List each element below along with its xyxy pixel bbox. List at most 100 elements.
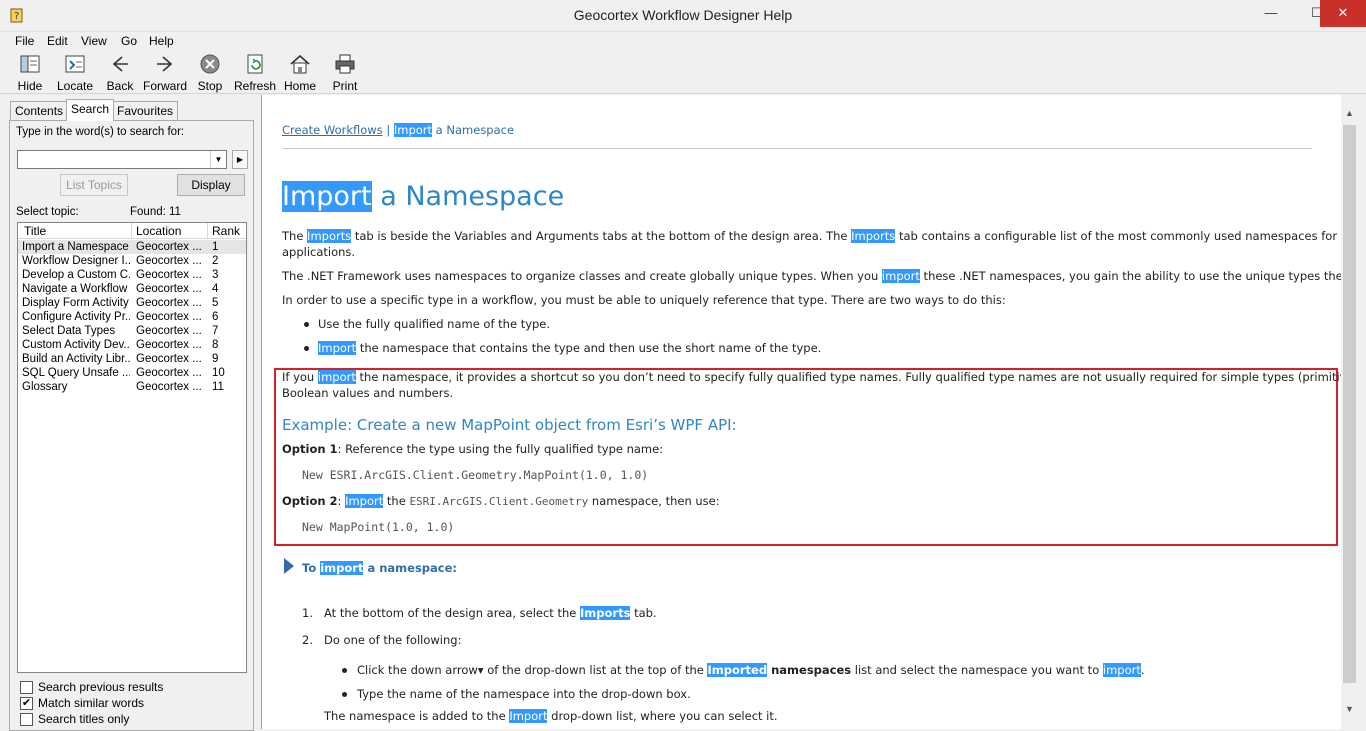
paragraph-imports-tab-cont: applications. [282,245,356,259]
results-list[interactable]: Title Location Rank Import a Namespace Ge… [17,222,247,673]
option-2: Option 2: Import the ESRI.ArcGIS.Client.… [282,494,720,508]
chevron-right-icon[interactable]: ▶ [232,150,248,169]
result-location: Geocortex ... [136,311,202,323]
title-bar: ? Geocortex Workflow Designer Help — ☐ ✕ [0,0,1366,32]
toolbar: Hide Locate Back Forward Stop Refresh Ho… [0,51,1366,94]
content-scrollbar[interactable]: ▲ ▼ [1341,95,1358,729]
refresh-button[interactable]: Refresh [233,53,277,93]
column-title[interactable]: Title [24,224,46,238]
breadcrumb-separator: | [382,123,394,137]
forward-arrow-icon [157,56,173,72]
locate-button[interactable]: Locate [53,53,97,93]
result-location: Geocortex ... [136,255,202,267]
column-divider [131,223,132,238]
navigation-pane: Contents Search Favourites Type in the w… [6,95,255,731]
stop-button[interactable]: Stop [188,53,232,93]
expand-triangle-icon[interactable] [284,558,294,574]
step-2: Do one of the following: [324,633,462,647]
display-button[interactable]: Display [177,174,245,196]
search-input[interactable]: ▼ [17,150,227,169]
procedure-heading[interactable]: To import a namespace: [302,561,457,575]
result-row[interactable]: Develop a Custom C... Geocortex ... 3 [18,268,246,282]
page-title: Import a Namespace [282,181,564,212]
result-location: Geocortex ... [136,269,202,281]
menu-edit[interactable]: Edit [47,34,68,48]
result-title: Navigate a Workflow [22,283,128,295]
result-row[interactable]: Navigate a Workflow Geocortex ... 4 [18,282,246,296]
back-button[interactable]: Back [98,53,142,93]
result-title: Build an Activity Libr... [22,353,130,365]
hide-icon [20,55,40,73]
menu-help[interactable]: Help [149,34,174,48]
breadcrumb-link-create-workflows[interactable]: Create Workflows [282,123,383,137]
step-number: 1. [302,606,313,620]
result-row[interactable]: Build an Activity Libr... Geocortex ... 9 [18,352,246,366]
scrollbar-thumb[interactable] [1343,125,1356,683]
column-rank[interactable]: Rank [212,224,240,238]
search-previous-checkbox[interactable] [20,681,33,694]
result-title: Develop a Custom C... [22,269,130,281]
forward-button[interactable]: Forward [143,53,187,93]
paragraph-imports-tab: The Imports tab is beside the Variables … [282,229,1342,243]
chevron-down-icon[interactable]: ▼ [210,151,226,168]
result-row[interactable]: Custom Activity Dev... Geocortex ... 8 [18,338,246,352]
result-row[interactable]: Glossary Geocortex ... 11 [18,380,246,394]
result-rank: 3 [212,269,219,281]
print-button[interactable]: Print [323,53,367,93]
paragraph-shortcut: If you import the namespace, it provides… [282,370,1342,384]
result-title: SQL Query Unsafe ... [22,367,130,379]
step-number: 2. [302,633,313,647]
result-location: Geocortex ... [136,325,202,337]
hide-button[interactable]: Hide [8,53,52,93]
result-row[interactable]: Display Form Activity Geocortex ... 5 [18,296,246,310]
result-rank: 4 [212,283,219,295]
result-location: Geocortex ... [136,381,202,393]
bullet [342,692,347,697]
bullet-import-namespace: Import the namespace that contains the t… [318,341,822,355]
topic-content: Create Workflows | Import a Namespace Im… [261,95,1342,729]
paragraph-reference: In order to use a specific type in a wor… [282,293,1006,307]
minimize-button[interactable]: — [1248,0,1294,27]
list-topics-button[interactable]: List Topics [60,174,128,196]
result-row[interactable]: Select Data Types Geocortex ... 7 [18,324,246,338]
code-sample-1: New ESRI.ArcGIS.Client.Geometry.MapPoint… [302,468,649,482]
menu-file[interactable]: File [15,34,34,48]
bullet-fully-qualified: Use the fully qualified name of the type… [318,317,551,331]
result-row[interactable]: Workflow Designer I... Geocortex ... 2 [18,254,246,268]
divider [282,148,1312,149]
tab-contents[interactable]: Contents [10,101,69,120]
tab-favourites[interactable]: Favourites [112,101,179,120]
result-row[interactable]: Configure Activity Pr... Geocortex ... 6 [18,310,246,324]
tab-search[interactable]: Search [66,99,115,121]
match-similar-label: Match similar words [38,696,145,710]
scroll-up-icon[interactable]: ▲ [1341,105,1358,122]
title-rest: a Namespace [371,181,565,212]
title-highlight: Import [282,181,372,212]
result-location: Geocortex ... [136,367,202,379]
breadcrumb: Create Workflows | Import a Namespace [282,123,514,137]
example-heading: Example: Create a new MapPoint object fr… [282,416,737,434]
scroll-down-icon[interactable]: ▼ [1341,701,1358,718]
match-similar-checkbox[interactable]: ✔ [20,697,33,710]
bullet [304,346,309,351]
window-border [1358,95,1366,729]
bullet [342,668,347,673]
menu-view[interactable]: View [81,34,107,48]
search-titles-checkbox[interactable] [20,713,33,726]
result-location: Geocortex ... [136,297,202,309]
result-row[interactable]: Import a Namespace Geocortex ... 1 [18,240,246,254]
menu-go[interactable]: Go [121,34,137,48]
close-button[interactable]: ✕ [1320,0,1366,27]
result-title: Workflow Designer I... [22,255,130,267]
paragraph-shortcut-cont: Boolean values and numbers. [282,386,454,400]
found-count: Found: 11 [130,206,181,218]
locate-icon [65,55,85,73]
result-rank: 9 [212,353,219,365]
home-button[interactable]: Home [278,53,322,93]
result-rank: 2 [212,255,219,267]
column-location[interactable]: Location [136,224,181,238]
result-location: Geocortex ... [136,283,202,295]
code-sample-2: New MapPoint(1.0, 1.0) [302,520,455,534]
bullet [304,322,309,327]
result-row[interactable]: SQL Query Unsafe ... Geocortex ... 10 [18,366,246,380]
